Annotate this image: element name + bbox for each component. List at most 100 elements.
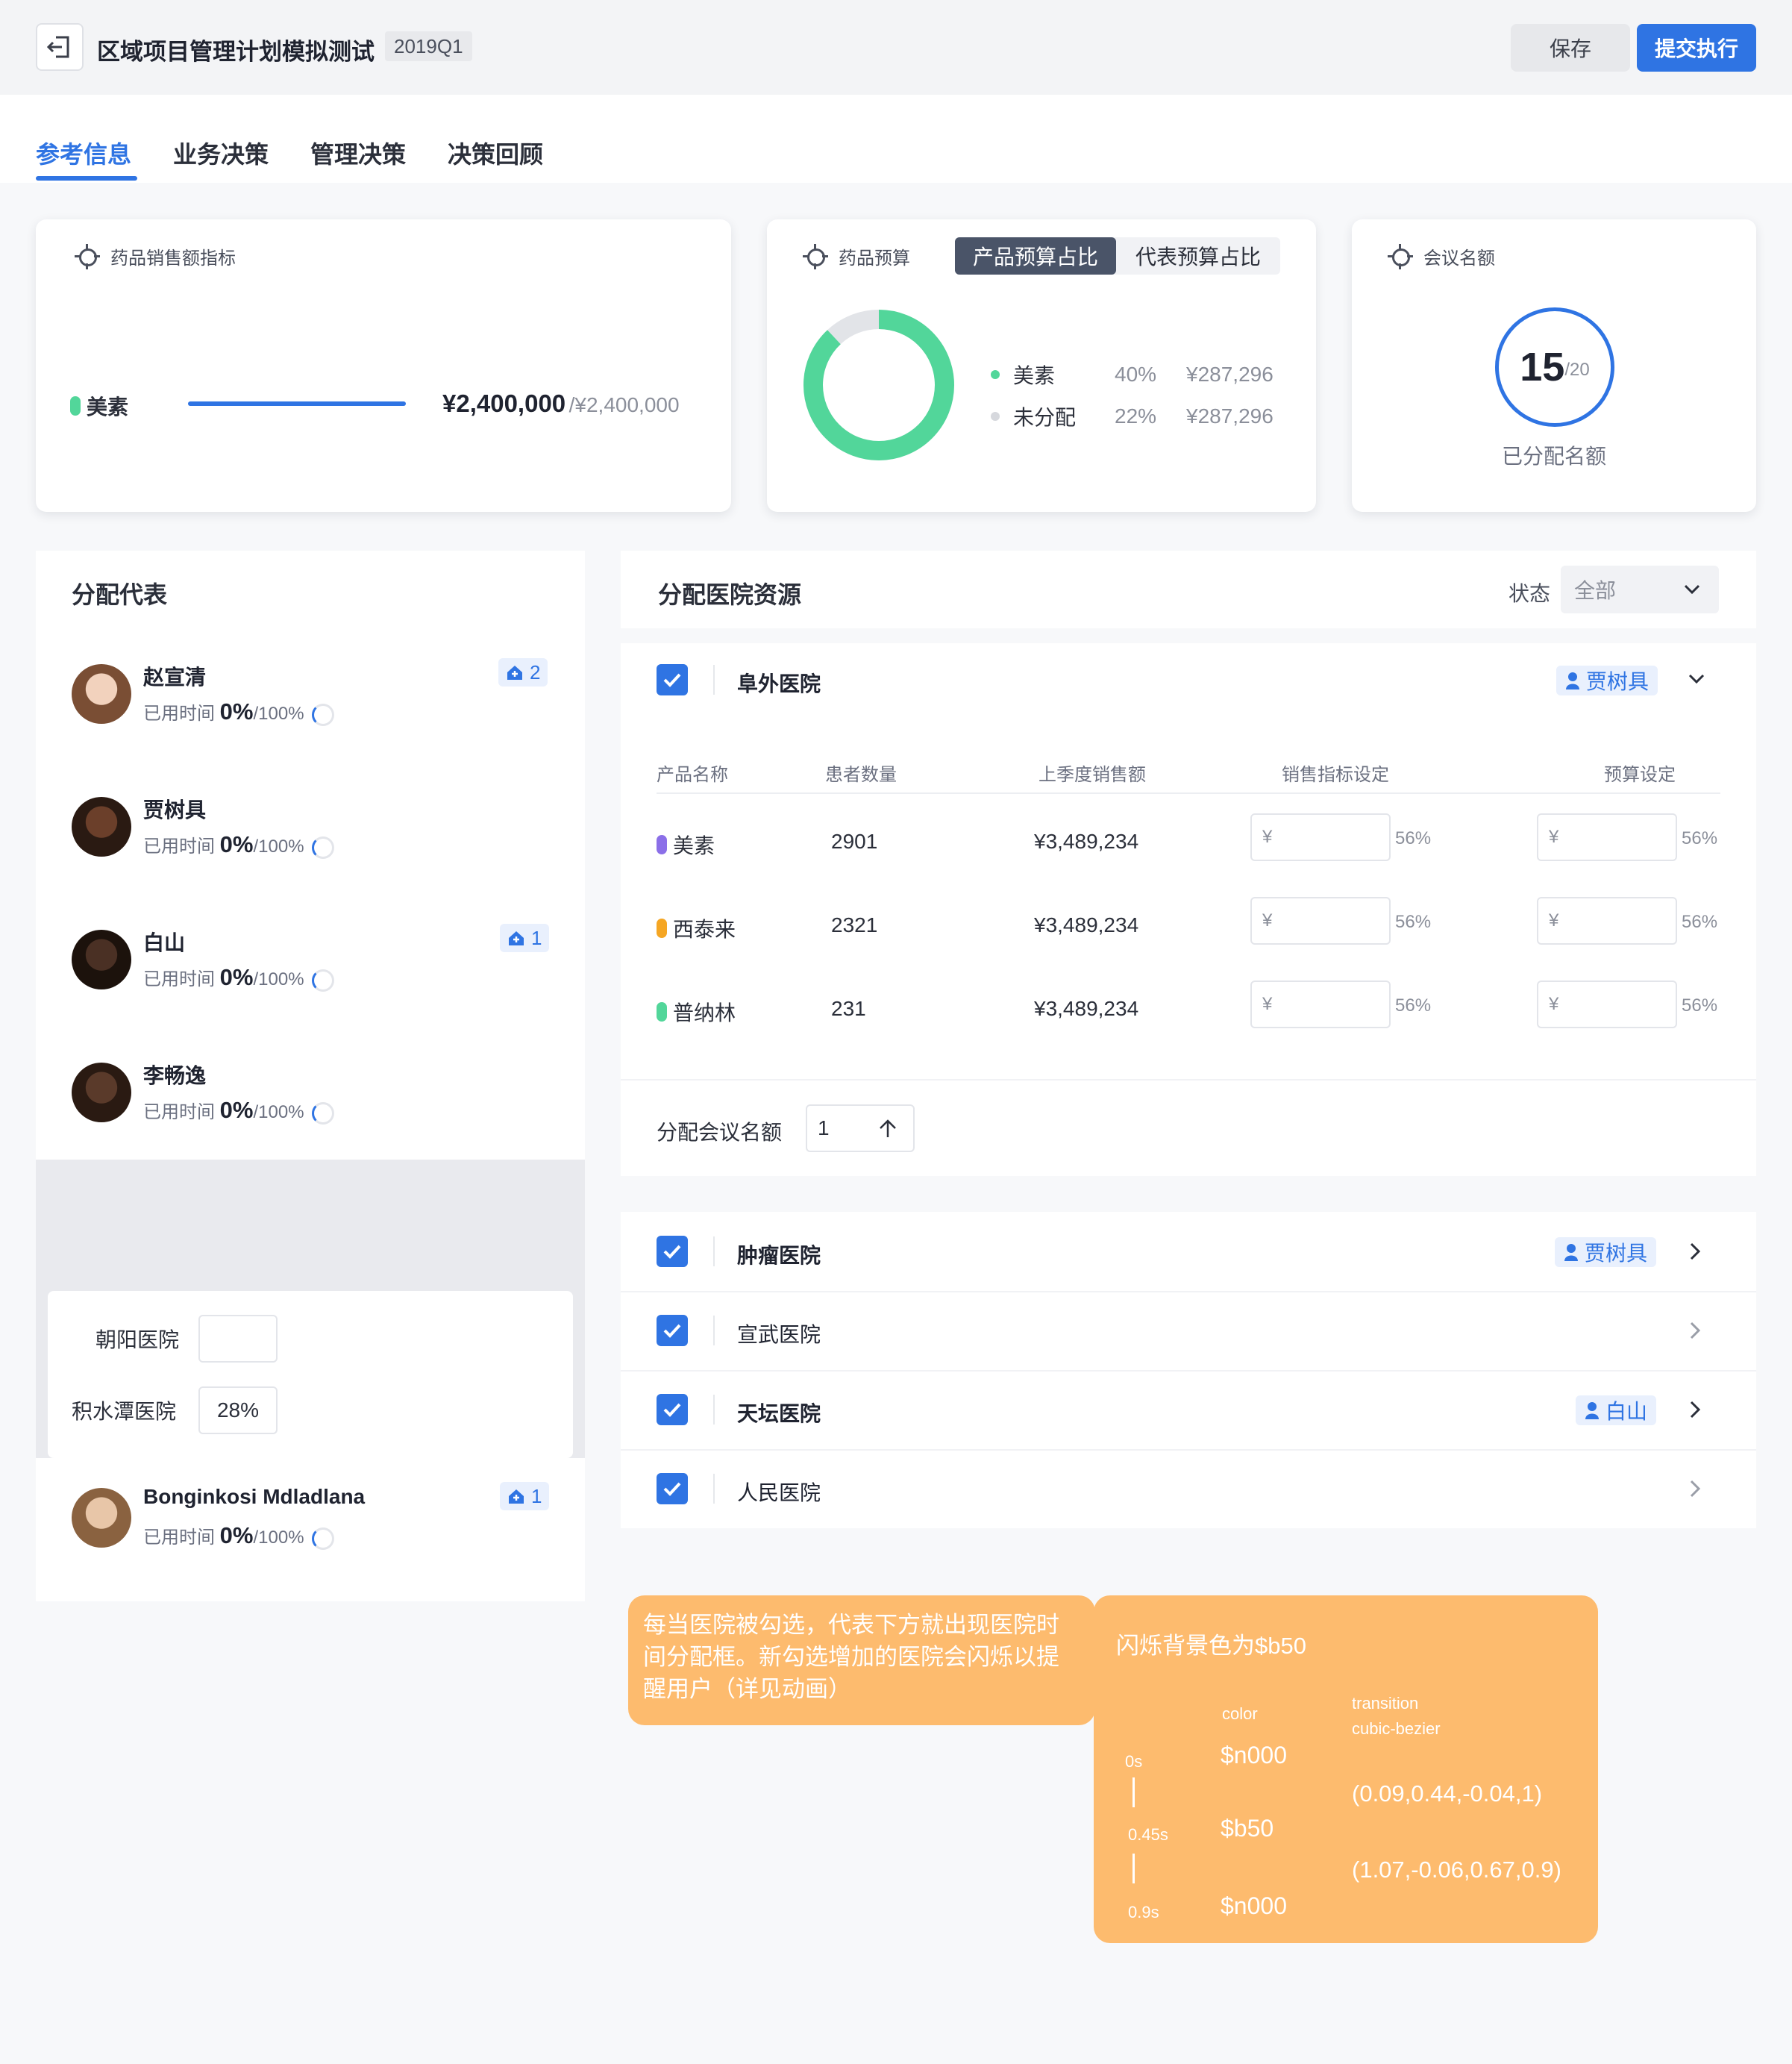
sales-total: /¥2,400,000 <box>568 393 680 416</box>
budget-pct: 56% <box>1682 912 1718 932</box>
table-row: 西泰来 <box>657 913 736 943</box>
budget-donut <box>803 310 954 460</box>
status-label: 状态 <box>1509 582 1551 605</box>
rep-avatar[interactable] <box>72 930 131 989</box>
card-title: 会议名额 <box>1423 248 1495 269</box>
tab-bar <box>0 95 1792 183</box>
meeting-label: 已分配名额 <box>1501 445 1606 468</box>
exit-button[interactable] <box>36 23 84 71</box>
rep-hospital-count-badge: 1 <box>500 1482 550 1510</box>
tab-reference[interactable]: 参考信息 <box>36 136 131 170</box>
rep-avatar[interactable] <box>72 1488 131 1548</box>
card-title: 药品销售额指标 <box>110 248 236 269</box>
meeting-total: /20 <box>1564 360 1590 380</box>
chevron-right-icon[interactable] <box>1689 1321 1701 1340</box>
rep-name: 赵宣清 <box>143 666 207 689</box>
product-marker <box>657 919 667 938</box>
sales-target-pct: 56% <box>1395 995 1432 1016</box>
tab-management[interactable]: 管理决策 <box>310 136 406 170</box>
tab-active-indicator <box>36 176 137 181</box>
sales-progress-fill <box>188 401 406 406</box>
assigned-rep-badge[interactable]: 贾树具 <box>1555 1237 1657 1267</box>
assigned-rep-badge[interactable]: 白山 <box>1576 1395 1657 1425</box>
sales-value: ¥2,400,000 <box>442 390 566 417</box>
meeting-quota-label: 分配会议名额 <box>657 1121 783 1144</box>
rep-avatar[interactable] <box>72 664 131 724</box>
home-icon <box>509 1489 524 1504</box>
toggle-product-share[interactable]: 产品预算占比 <box>955 237 1116 275</box>
check-icon <box>663 1245 681 1259</box>
meeting-quota-ring: 15 /20 <box>1495 307 1614 427</box>
column-header: 患者数量 <box>825 765 897 785</box>
hospital-name: 阜外医院 <box>737 672 821 695</box>
page-title: 区域项目管理计划模拟测试 <box>97 39 375 65</box>
hospital-time-allocation: 朝阳医院 积水潭医院 28% <box>48 1291 573 1458</box>
alloc-hospital-name: 朝阳医院 <box>95 1328 180 1351</box>
rep-time-used: 已用时间 0%/100% <box>143 1522 334 1550</box>
meeting-quota-stepper[interactable]: 1 <box>806 1104 915 1152</box>
legend-dot <box>991 370 1000 379</box>
budget-pct: 56% <box>1682 828 1718 848</box>
patient-count: 2901 <box>831 830 878 853</box>
home-icon <box>509 931 524 945</box>
assigned-rep-badge[interactable]: 贾树具 <box>1556 666 1658 695</box>
sales-target-input[interactable]: ¥ <box>1250 813 1391 861</box>
spec-curve: (1.07,-0.06,0.67,0.9) <box>1352 1857 1561 1883</box>
animation-spec-note: 闪烁背景色为$b50 color transition cubic-bezier… <box>1094 1595 1598 1943</box>
annotation-note: 每当医院被勾选，代表下方就出现医院时间分配框。新勾选增加的医院会闪烁以提醒用户（… <box>628 1595 1095 1725</box>
rep-time-used: 已用时间 0%/100% <box>143 698 334 726</box>
meeting-quota-value: 1 <box>818 1116 830 1139</box>
arrow-up-icon[interactable] <box>877 1118 898 1139</box>
rep-time-used: 已用时间 0%/100% <box>143 964 334 992</box>
spec-col-transition: transition cubic-bezier <box>1352 1694 1441 1738</box>
sales-target-input[interactable]: ¥ <box>1250 981 1391 1028</box>
spec-col-color: color <box>1222 1704 1258 1723</box>
target-icon <box>1388 243 1413 269</box>
legend-item: 未分配 22% ¥287,296 <box>991 395 1304 437</box>
sales-target-card: 药品销售额指标 美素 ¥2,400,000 /¥2,400,000 <box>36 219 731 512</box>
card-title: 药品预算 <box>839 248 910 269</box>
progress-ring-icon <box>311 1101 334 1125</box>
budget-input[interactable]: ¥ <box>1537 981 1677 1028</box>
chevron-right-icon[interactable] <box>1689 1479 1701 1498</box>
save-button[interactable]: 保存 <box>1511 24 1630 72</box>
rep-avatar[interactable] <box>72 797 131 857</box>
chevron-down-icon[interactable] <box>1688 673 1705 685</box>
rep-name: 贾树具 <box>1586 670 1650 693</box>
hospital-checkbox[interactable] <box>657 1236 688 1267</box>
tab-business[interactable]: 业务决策 <box>173 136 269 170</box>
spec-color: $b50 <box>1221 1815 1274 1842</box>
check-icon <box>663 1482 681 1496</box>
chevron-right-icon[interactable] <box>1689 1242 1701 1261</box>
alloc-hospital-name: 积水潭医院 <box>72 1400 177 1423</box>
status-select[interactable]: 全部 <box>1561 566 1719 613</box>
product-name: 美素 <box>87 395 129 419</box>
hospital-checkbox[interactable] <box>657 664 688 695</box>
hospital-checkbox[interactable] <box>657 1315 688 1346</box>
budget-input[interactable]: ¥ <box>1537 813 1677 861</box>
reps-panel-title: 分配代表 <box>72 581 168 608</box>
last-quarter-sales: ¥3,489,234 <box>1034 913 1139 936</box>
meeting-card: 会议名额 15 /20 已分配名额 <box>1352 219 1756 512</box>
hospital-name: 人民医院 <box>737 1481 821 1504</box>
budget-input[interactable]: ¥ <box>1537 897 1677 945</box>
product-marker <box>657 835 667 854</box>
toggle-rep-share[interactable]: 代表预算占比 <box>1116 237 1280 275</box>
hospital-checkbox[interactable] <box>657 1473 688 1504</box>
hospital-checkbox[interactable] <box>657 1394 688 1425</box>
tab-review[interactable]: 决策回顾 <box>448 136 543 170</box>
sales-progress-track <box>188 401 406 406</box>
rep-avatar[interactable] <box>72 1063 131 1122</box>
alloc-input[interactable]: 28% <box>198 1386 278 1434</box>
sales-target-pct: 56% <box>1395 828 1432 848</box>
sales-target-input[interactable]: ¥ <box>1250 897 1391 945</box>
spec-time: 0s <box>1125 1752 1143 1771</box>
last-quarter-sales: ¥3,489,234 <box>1034 830 1139 853</box>
alloc-input[interactable] <box>198 1315 278 1363</box>
budget-legend: 美素 40% ¥287,296 未分配 22% ¥287,296 <box>991 354 1304 437</box>
chevron-right-icon[interactable] <box>1689 1400 1701 1419</box>
product-name: 普纳林 <box>673 1001 736 1025</box>
submit-button[interactable]: 提交执行 <box>1637 24 1756 72</box>
progress-ring-icon <box>311 969 334 992</box>
user-icon <box>1585 1402 1599 1419</box>
